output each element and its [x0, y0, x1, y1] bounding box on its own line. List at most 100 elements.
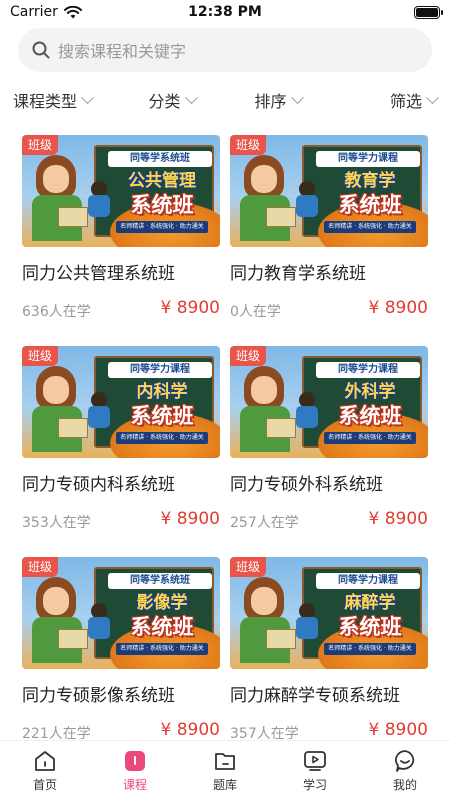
thumbnail-banner: 同等学系统班: [108, 151, 212, 167]
teacher-illustration: [30, 366, 88, 452]
course-thumbnail[interactable]: 同等学力课程 内科学 系统班 名师精讲 · 系统强化 · 助力通关 班级: [22, 346, 220, 458]
thumbnail-slogan: 名师精讲 · 系统强化 · 助力通关: [116, 643, 208, 655]
thumbnail-slogan: 名师精讲 · 系统强化 · 助力通关: [324, 432, 416, 444]
learner-count: 0人在学: [230, 304, 281, 320]
tab-label: 学习: [302, 778, 327, 792]
tab-label: 首页: [32, 778, 57, 792]
filter-label: 课程类型: [13, 92, 78, 111]
thumbnail-system: 系统班: [130, 404, 194, 428]
class-badge: 班级: [22, 135, 59, 155]
thumbnail-system: 系统班: [130, 193, 194, 217]
battery-icon: [414, 5, 443, 19]
thumbnail-subject: 外科学: [344, 382, 396, 402]
course-thumbnail[interactable]: 同等学力课程 麻醉学 系统班 名师精讲 · 系统强化 · 助力通关 班级: [230, 557, 428, 669]
class-badge: 班级: [230, 346, 267, 366]
teacher-illustration: [30, 577, 88, 663]
student-illustration: [296, 392, 318, 428]
filter-sort[interactable]: 排序: [225, 86, 331, 114]
filter-label: 排序: [254, 92, 287, 111]
chevron-down-icon: [290, 90, 304, 104]
student-illustration: [88, 392, 110, 428]
chevron-down-icon: [426, 90, 439, 104]
teacher-illustration: [238, 577, 296, 663]
carrier-label: Carrier: [10, 4, 58, 20]
course-price: ¥ 8900: [368, 720, 428, 740]
thumbnail-banner: 同等学力课程: [316, 573, 420, 589]
thumbnail-system: 系统班: [338, 404, 402, 428]
course-thumbnail[interactable]: 同等学系统班 公共管理 系统班 名师精讲 · 系统强化 · 助力通关 班级: [22, 135, 220, 247]
thumbnail-subject: 内科学: [136, 382, 188, 402]
thumbnail-system: 系统班: [338, 193, 402, 217]
question-bank-icon: [215, 753, 235, 770]
thumbnail-subject: 影像学: [136, 593, 188, 613]
course-thumbnail[interactable]: 同等学系统班 影像学 系统班 名师精讲 · 系统强化 · 助力通关 班级: [22, 557, 220, 669]
course-title[interactable]: 同力专硕内科系统班: [22, 470, 222, 495]
tab-courses[interactable]: 课程: [90, 741, 180, 800]
filter-label: 筛选: [389, 92, 422, 111]
chevron-down-icon: [184, 90, 198, 104]
thumbnail-system: 系统班: [130, 615, 194, 639]
home-icon: [35, 751, 55, 771]
filter-label: 分类: [148, 92, 181, 111]
course-price: ¥ 8900: [160, 298, 220, 318]
thumbnail-subject: 麻醉学: [344, 593, 396, 613]
chevron-down-icon: [81, 90, 94, 104]
course-card[interactable]: 同等学力课程 内科学 系统班 名师精讲 · 系统强化 · 助力通关 班级 同力专…: [22, 346, 220, 536]
tab-study[interactable]: 学习: [270, 741, 360, 800]
teacher-illustration: [30, 155, 88, 241]
thumbnail-banner: 同等学力课程: [316, 151, 420, 167]
student-illustration: [88, 603, 110, 639]
learner-count: 257人在学: [230, 515, 299, 531]
filter-screen[interactable]: 筛选: [331, 86, 450, 114]
thumbnail-subject: 教育学: [344, 171, 396, 191]
thumbnail-subject: 公共管理: [128, 171, 196, 191]
course-title[interactable]: 同力公共管理系统班: [22, 259, 222, 284]
tab-label: 题库: [212, 778, 237, 792]
course-price: ¥ 8900: [160, 720, 220, 740]
course-card[interactable]: 同等学力课程 麻醉学 系统班 名师精讲 · 系统强化 · 助力通关 班级 同力麻…: [230, 557, 428, 747]
course-title[interactable]: 同力专硕外科系统班: [230, 470, 430, 495]
student-illustration: [296, 181, 318, 217]
filter-category[interactable]: 分类: [119, 86, 225, 114]
profile-icon: [395, 750, 415, 772]
search-bar[interactable]: 搜索课程和关键字: [18, 28, 432, 72]
class-badge: 班级: [22, 557, 59, 577]
course-title[interactable]: 同力麻醉学专硕系统班: [230, 681, 430, 706]
course-thumbnail[interactable]: 同等学力课程 教育学 系统班 名师精讲 · 系统强化 · 助力通关 班级: [230, 135, 428, 247]
course-card[interactable]: 同等学系统班 影像学 系统班 名师精讲 · 系统强化 · 助力通关 班级 同力专…: [22, 557, 220, 747]
thumbnail-system: 系统班: [338, 615, 402, 639]
course-card[interactable]: 同等学系统班 公共管理 系统班 名师精讲 · 系统强化 · 助力通关 班级 同力…: [22, 135, 220, 325]
course-thumbnail[interactable]: 同等学力课程 外科学 系统班 名师精讲 · 系统强化 · 助力通关 班级: [230, 346, 428, 458]
learner-count: 636人在学: [22, 304, 91, 320]
thumbnail-banner: 同等学力课程: [108, 362, 212, 378]
tab-home[interactable]: 首页: [0, 741, 90, 800]
class-badge: 班级: [230, 135, 267, 155]
course-title[interactable]: 同力专硕影像系统班: [22, 681, 222, 706]
course-card[interactable]: 同等学力课程 教育学 系统班 名师精讲 · 系统强化 · 助力通关 班级 同力教…: [230, 135, 428, 325]
tab-question-bank[interactable]: 题库: [180, 741, 270, 800]
status-left: Carrier: [10, 4, 82, 20]
learner-count: 353人在学: [22, 515, 91, 531]
teacher-illustration: [238, 366, 296, 452]
tab-label: 课程: [122, 778, 147, 792]
course-icon: [125, 751, 145, 771]
course-card[interactable]: 同等学力课程 外科学 系统班 名师精讲 · 系统强化 · 助力通关 班级 同力专…: [230, 346, 428, 536]
thumbnail-slogan: 名师精讲 · 系统强化 · 助力通关: [116, 432, 208, 444]
tab-profile[interactable]: 我的: [360, 741, 450, 800]
search-placeholder: 搜索课程和关键字: [58, 42, 187, 61]
thumbnail-slogan: 名师精讲 · 系统强化 · 助力通关: [324, 221, 416, 233]
thumbnail-slogan: 名师精讲 · 系统强化 · 助力通关: [116, 221, 208, 233]
course-title[interactable]: 同力教育学系统班: [230, 259, 430, 284]
wifi-icon: [63, 5, 82, 18]
status-bar: Carrier 12:38 PM: [0, 0, 450, 24]
thumbnail-slogan: 名师精讲 · 系统强化 · 助力通关: [324, 643, 416, 655]
tab-label: 我的: [392, 778, 417, 792]
student-illustration: [296, 603, 318, 639]
thumbnail-banner: 同等学力课程: [316, 362, 420, 378]
class-badge: 班级: [230, 557, 267, 577]
course-price: ¥ 8900: [368, 298, 428, 318]
course-price: ¥ 8900: [160, 509, 220, 529]
bottom-tab-bar: 首页 课程 题库 学习 我的: [0, 740, 450, 800]
student-illustration: [88, 181, 110, 217]
filter-course-type[interactable]: 课程类型: [0, 86, 119, 114]
